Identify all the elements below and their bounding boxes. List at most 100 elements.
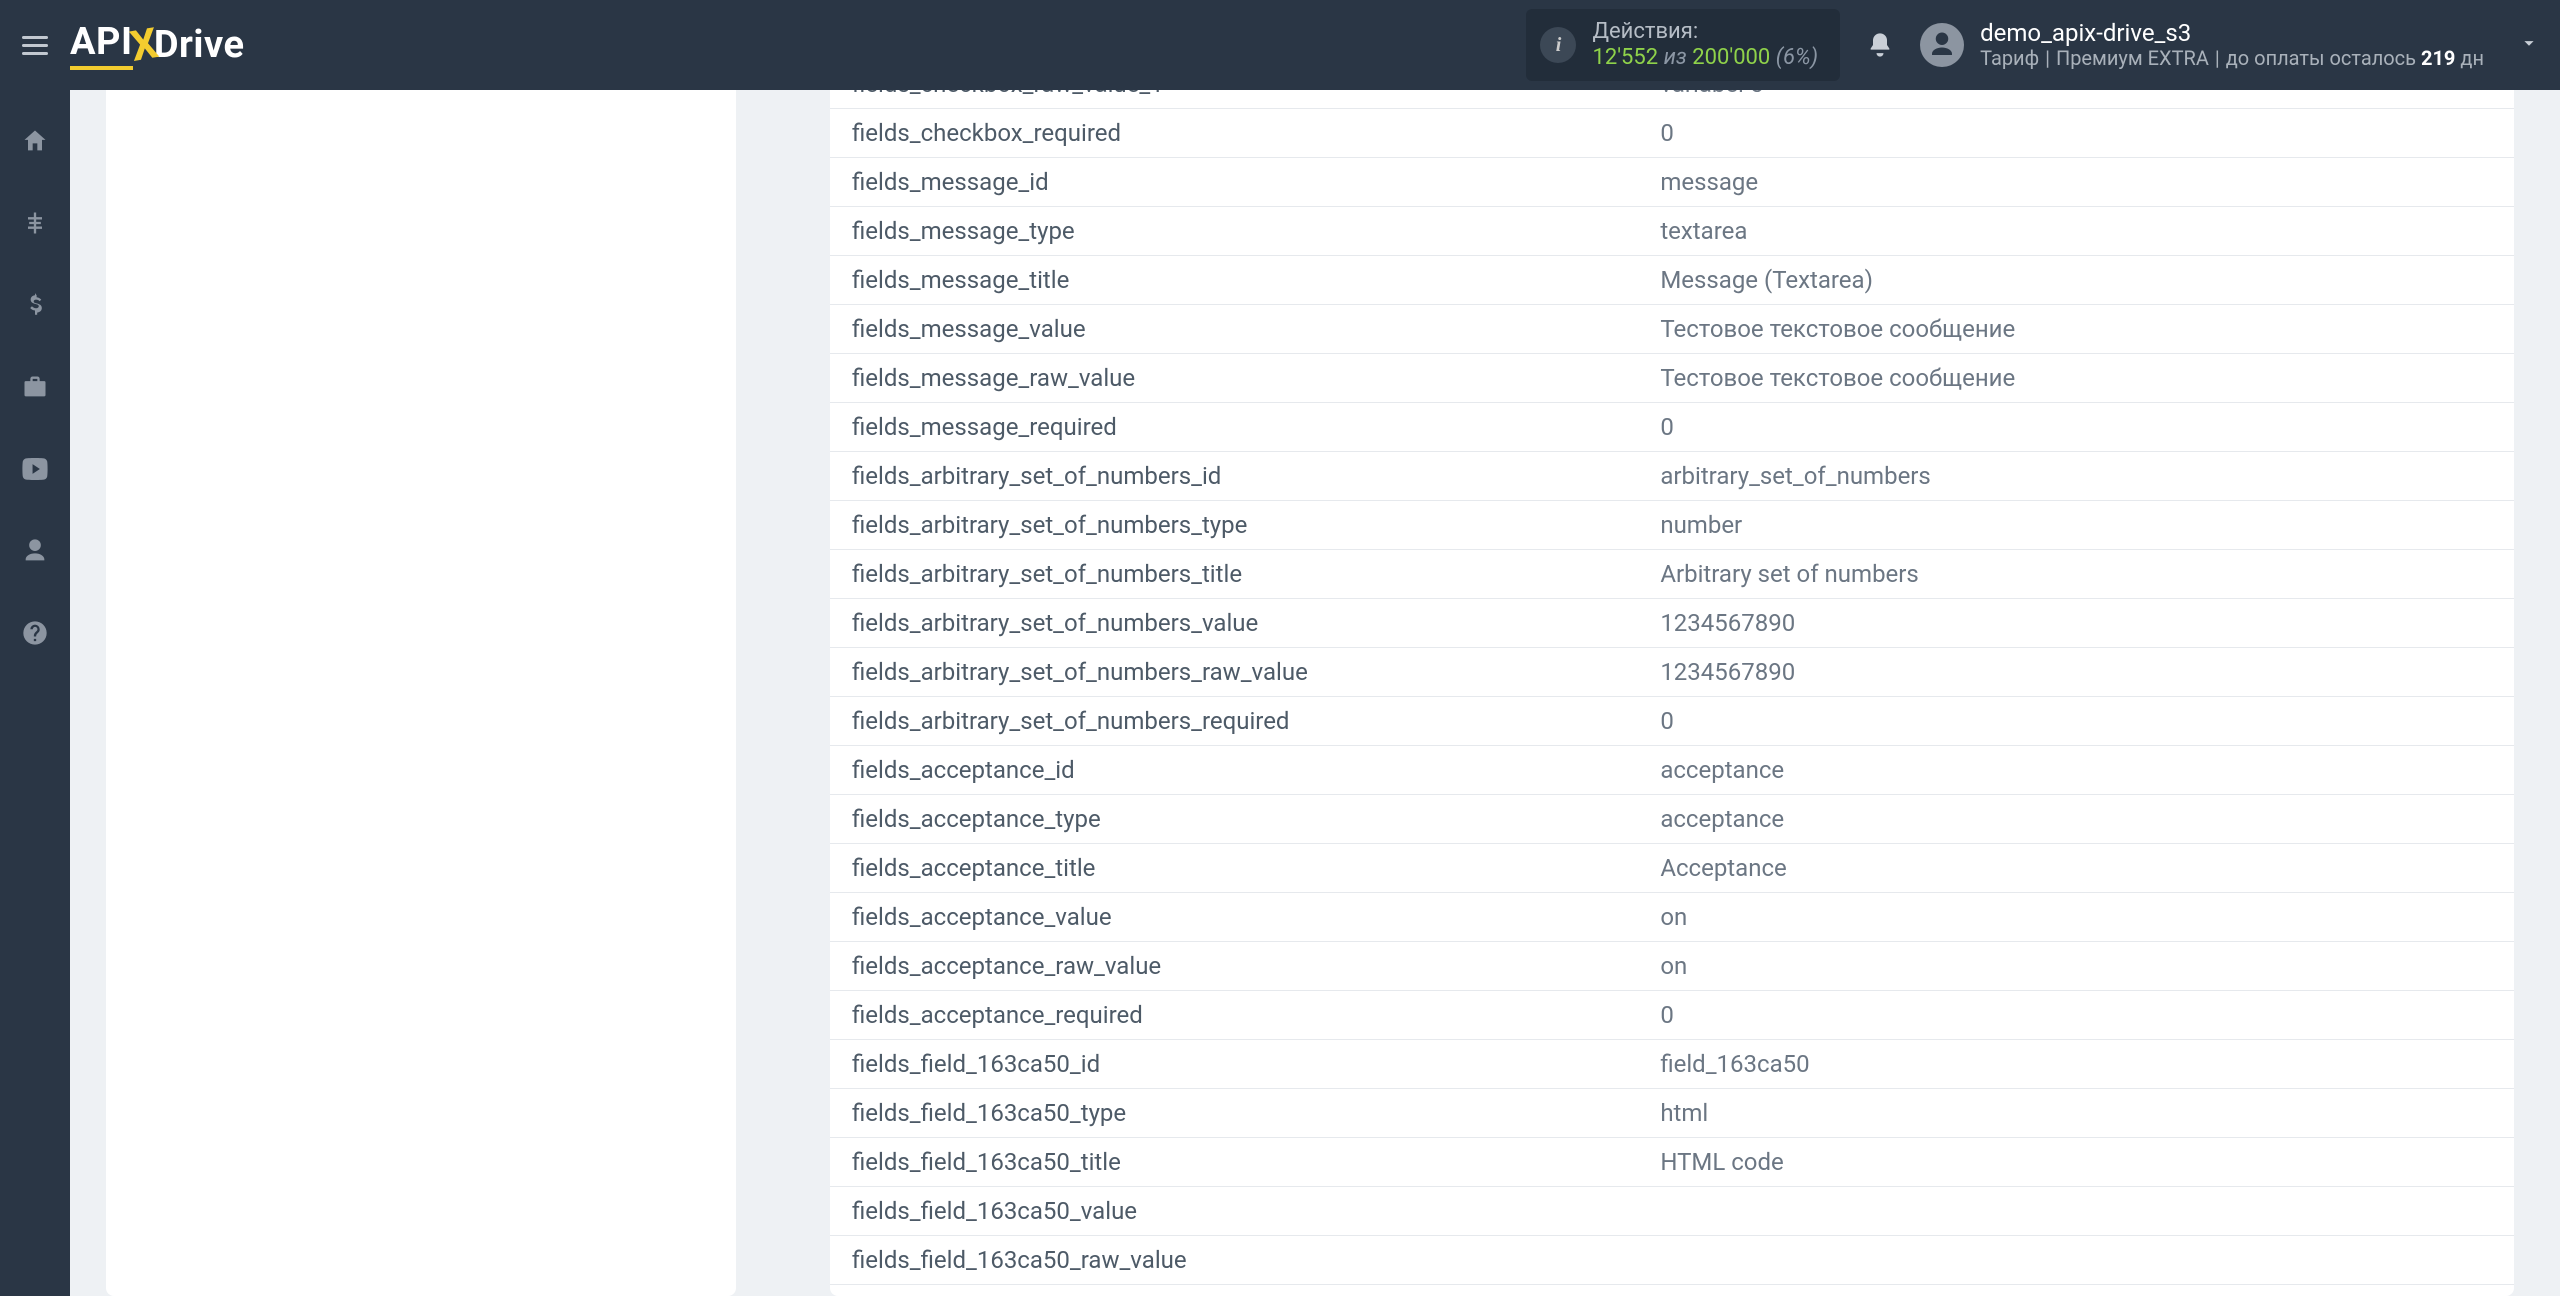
user-menu-caret[interactable] — [2518, 32, 2540, 58]
table-row: fields_field_163ca50_raw_value — [830, 1236, 2514, 1285]
field-value: Acceptance — [1638, 844, 2514, 893]
field-value: Тестовое текстовое сообщение — [1638, 354, 2514, 403]
table-row: fields_arbitrary_set_of_numbers_titleArb… — [830, 550, 2514, 599]
tariff-name: Премиум EXTRA — [2056, 46, 2209, 70]
table-row: fields_acceptance_valueon — [830, 893, 2514, 942]
rail-account[interactable] — [14, 530, 56, 572]
field-value: Тестовое текстовое сообщение — [1638, 305, 2514, 354]
table-row: fields_checkbox_required0 — [830, 109, 2514, 158]
actions-of: из — [1664, 45, 1687, 70]
paid-pre: до оплаты осталось — [2226, 46, 2416, 70]
actions-pct: (6%) — [1776, 45, 1818, 70]
bell-icon — [1866, 31, 1894, 59]
field-value: variabel 5 — [1638, 90, 2514, 109]
tree-icon — [21, 209, 49, 237]
user-icon — [21, 537, 49, 565]
rail-videos[interactable] — [14, 448, 56, 490]
field-value: arbitrary_set_of_numbers — [1638, 452, 2514, 501]
rail-connections[interactable] — [14, 202, 56, 244]
table-row: fields_acceptance_typeacceptance — [830, 795, 2514, 844]
rail-billing[interactable] — [14, 284, 56, 326]
field-key: fields_field_163ca50_value — [830, 1187, 1638, 1236]
field-key: fields_arbitrary_set_of_numbers_id — [830, 452, 1638, 501]
table-row: fields_message_typetextarea — [830, 207, 2514, 256]
field-value — [1638, 1236, 2514, 1285]
home-icon — [21, 127, 49, 155]
rail-help[interactable] — [14, 612, 56, 654]
field-value: Message (Textarea) — [1638, 256, 2514, 305]
field-key: fields_message_value — [830, 305, 1638, 354]
field-key: fields_arbitrary_set_of_numbers_raw_valu… — [830, 648, 1638, 697]
user-menu[interactable]: demo_apix-drive_s3 Тариф | Премиум EXTRA… — [1920, 20, 2540, 70]
user-name: demo_apix-drive_s3 — [1980, 20, 2484, 46]
table-row: fields_arbitrary_set_of_numbers_raw_valu… — [830, 648, 2514, 697]
field-key: fields_message_id — [830, 158, 1638, 207]
logo-suffix: Drive — [154, 23, 245, 67]
field-value: acceptance — [1638, 795, 2514, 844]
table-row: fields_field_163ca50_typehtml — [830, 1089, 2514, 1138]
actions-counter[interactable]: i Действия: 12'552 из 200'000 (6%) — [1526, 9, 1840, 82]
days-remaining: 219 — [2421, 46, 2455, 70]
field-key: fields_message_raw_value — [830, 354, 1638, 403]
rail-projects[interactable] — [14, 366, 56, 408]
user-text: demo_apix-drive_s3 Тариф | Премиум EXTRA… — [1980, 20, 2484, 70]
field-key: fields_arbitrary_set_of_numbers_value — [830, 599, 1638, 648]
field-value: on — [1638, 942, 2514, 991]
burger-icon — [22, 44, 48, 47]
field-value: 0 — [1638, 403, 2514, 452]
field-key: fields_acceptance_type — [830, 795, 1638, 844]
fields-table: fields_checkbox_raw_value_1variabel 5fie… — [830, 90, 2514, 1296]
table-row: fields_field_163ca50_value — [830, 1187, 2514, 1236]
table-row: fields_message_valueТестовое текстовое с… — [830, 305, 2514, 354]
field-value: field_163ca50 — [1638, 1040, 2514, 1089]
field-value — [1638, 1187, 2514, 1236]
data-panel: fields_checkbox_raw_value_1variabel 5fie… — [830, 90, 2514, 1296]
app-logo[interactable]: APIXDrive — [70, 20, 245, 70]
tariff-pre: Тариф — [1980, 46, 2039, 70]
table-row: fields_checkbox_raw_value_1variabel 5 — [830, 90, 2514, 109]
actions-used: 12'552 — [1592, 45, 1658, 70]
tariff-sep-2: | — [2215, 46, 2220, 70]
youtube-icon — [20, 458, 50, 480]
table-row: fields_message_titleMessage (Textarea) — [830, 256, 2514, 305]
briefcase-icon — [21, 373, 49, 401]
table-row: fields_arbitrary_set_of_numbers_typenumb… — [830, 501, 2514, 550]
field-key: fields_message_title — [830, 256, 1638, 305]
field-key: fields_arbitrary_set_of_numbers_title — [830, 550, 1638, 599]
rail-home[interactable] — [14, 120, 56, 162]
field-value: 1234567890 — [1638, 599, 2514, 648]
table-row: fields_acceptance_raw_valueon — [830, 942, 2514, 991]
field-value: on — [1638, 893, 2514, 942]
days-suffix: дн — [2460, 46, 2484, 70]
help-icon — [21, 619, 49, 647]
field-key: fields_arbitrary_set_of_numbers_required — [830, 697, 1638, 746]
table-row: fields_field_163ca50_idfield_163ca50 — [830, 1040, 2514, 1089]
field-value: 0 — [1638, 1285, 2514, 1296]
field-value: textarea — [1638, 207, 2514, 256]
field-value: 0 — [1638, 697, 2514, 746]
table-row: fields_acceptance_idacceptance — [830, 746, 2514, 795]
actions-label: Действия: — [1592, 19, 1818, 45]
avatar — [1920, 23, 1964, 67]
table-row: fields_acceptance_titleAcceptance — [830, 844, 2514, 893]
field-key: fields_acceptance_required — [830, 991, 1638, 1040]
table-row: fields_message_idmessage — [830, 158, 2514, 207]
field-key: fields_checkbox_required — [830, 109, 1638, 158]
chevron-down-icon — [2518, 32, 2540, 54]
notifications-button[interactable] — [1850, 31, 1910, 59]
logo-prefix: API — [70, 20, 133, 70]
field-value: html — [1638, 1089, 2514, 1138]
table-row: fields_field_163ca50_required0 — [830, 1285, 2514, 1296]
dollar-icon — [22, 292, 48, 318]
user-icon — [1927, 30, 1957, 60]
menu-toggle[interactable] — [0, 0, 70, 90]
field-key: fields_arbitrary_set_of_numbers_type — [830, 501, 1638, 550]
tariff-sep-1: | — [2045, 46, 2050, 70]
field-value: 0 — [1638, 109, 2514, 158]
field-key: fields_message_type — [830, 207, 1638, 256]
field-key: fields_acceptance_id — [830, 746, 1638, 795]
field-value: acceptance — [1638, 746, 2514, 795]
left-panel — [106, 90, 736, 1296]
field-key: fields_field_163ca50_type — [830, 1089, 1638, 1138]
field-key: fields_field_163ca50_raw_value — [830, 1236, 1638, 1285]
